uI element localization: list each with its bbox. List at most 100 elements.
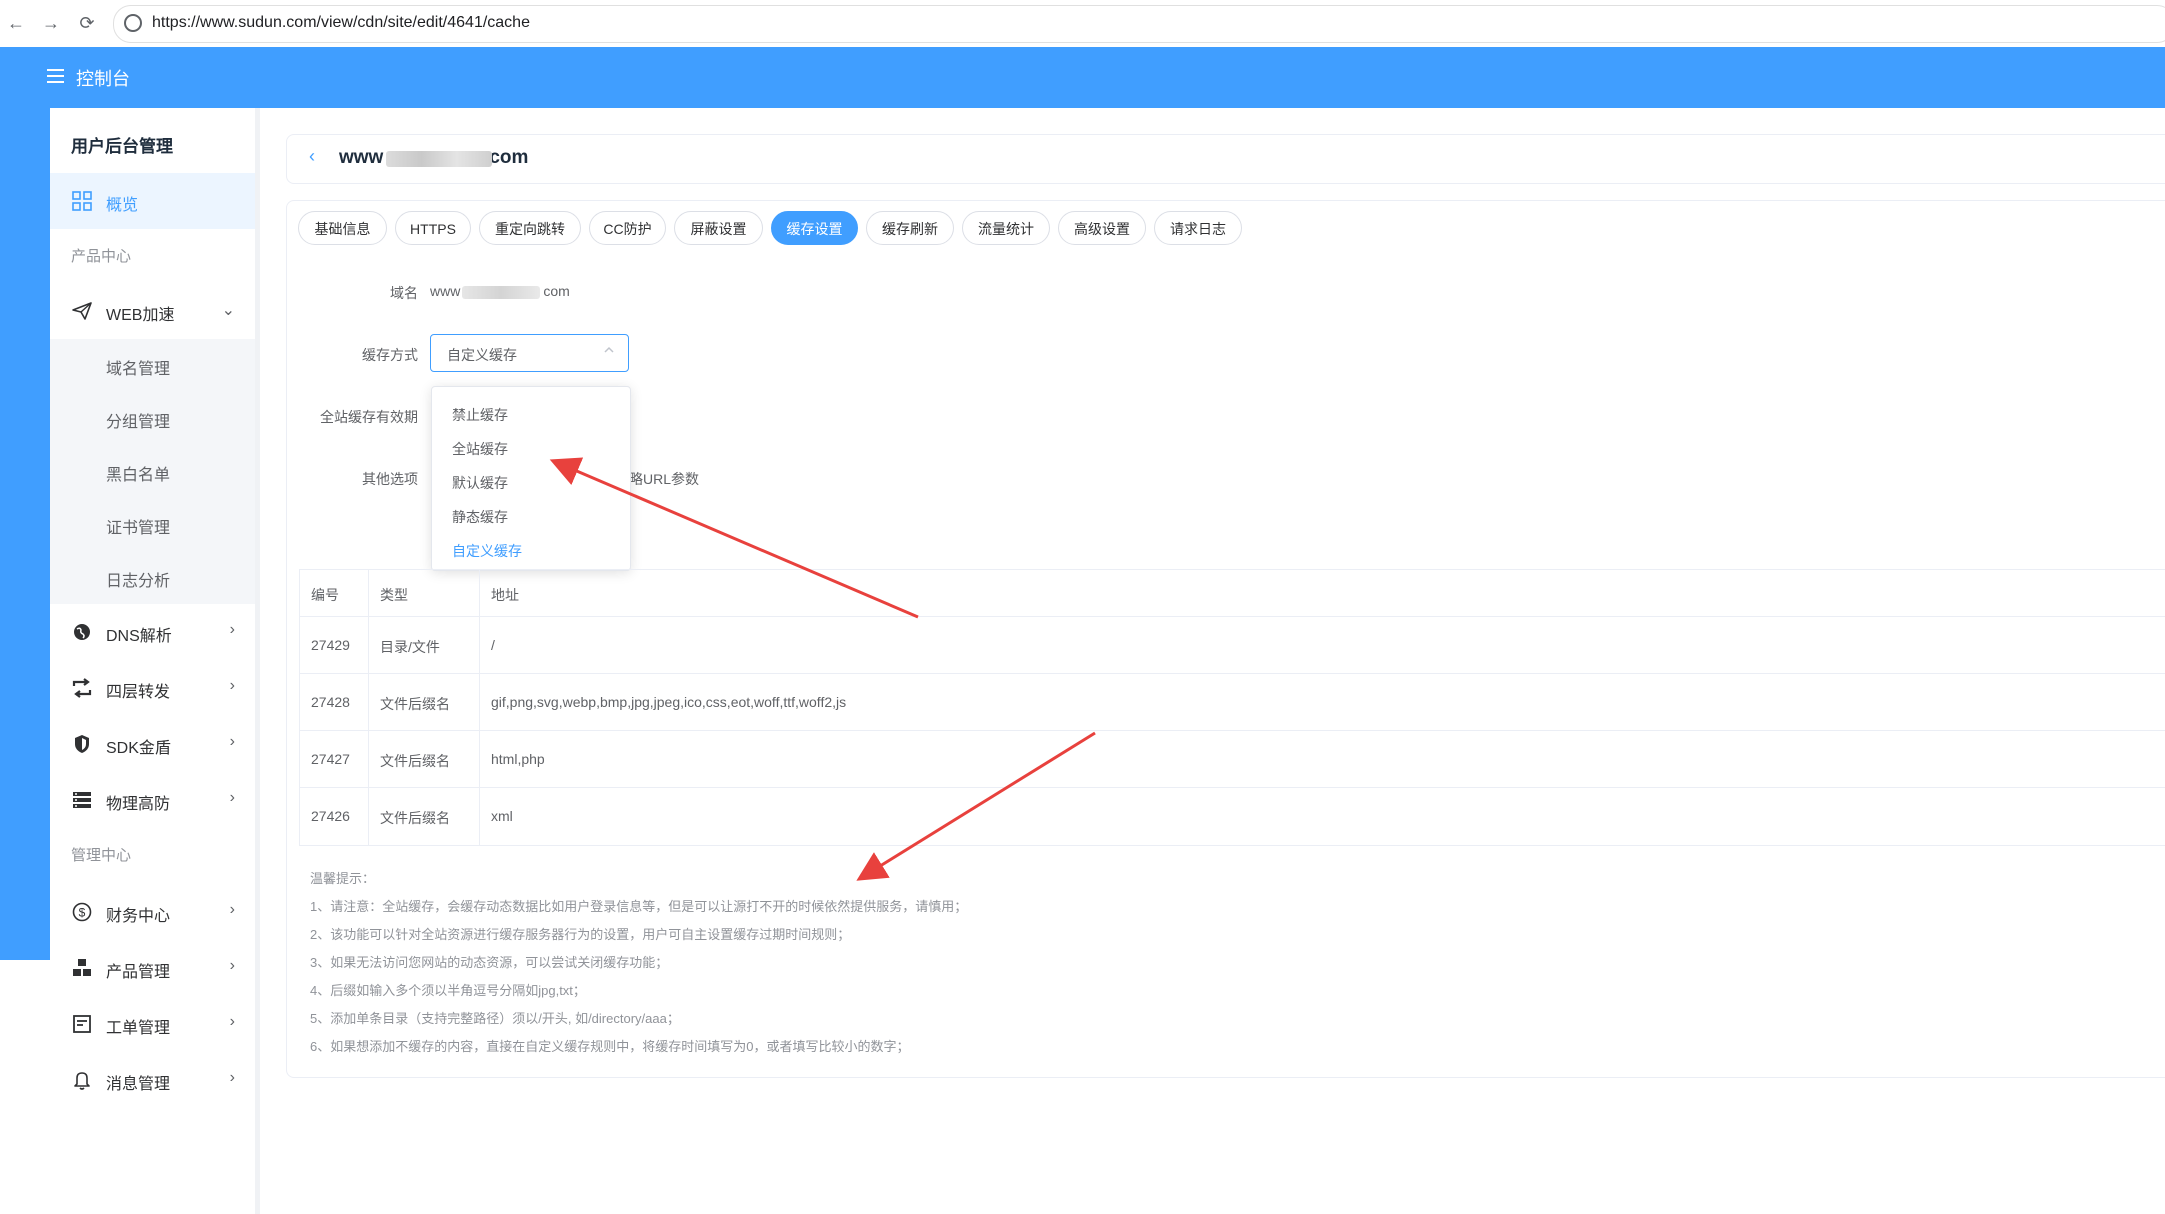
back-arrow-icon[interactable]: ← bbox=[5, 12, 27, 34]
dropdown-option-full-cache[interactable]: 全站缓存 bbox=[432, 430, 630, 464]
shield-icon bbox=[72, 734, 92, 754]
tip-line: 1、请注意：全站缓存，会缓存动态数据比如用户登录信息等，但是可以让源打不开的时候… bbox=[310, 899, 968, 914]
back-chevron-icon[interactable]: ‹ bbox=[309, 146, 315, 167]
forward-arrow-icon[interactable]: → bbox=[40, 12, 62, 34]
sidebar-item-finance[interactable]: $ 财务中心 › bbox=[50, 884, 255, 940]
table-header-address: 地址 bbox=[480, 570, 2165, 616]
sidebar-item-sdk-shield[interactable]: SDK金盾 › bbox=[50, 716, 255, 772]
other-options-label: 其他选项 bbox=[362, 471, 418, 487]
sidebar-item-tickets[interactable]: 工单管理 › bbox=[50, 996, 255, 1052]
domain-label: 域名 bbox=[390, 285, 418, 301]
tips-title: 温馨提示： bbox=[310, 871, 376, 886]
tab-request-log[interactable]: 请求日志 bbox=[1154, 211, 1242, 245]
chevron-right-icon: › bbox=[229, 957, 235, 974]
sidebar-item-overview[interactable]: 概览 bbox=[50, 173, 255, 229]
cache-mode-value: 自定义缓存 bbox=[447, 347, 517, 363]
sidebar-subitem-certificates[interactable]: 证书管理 bbox=[50, 498, 255, 551]
table-row[interactable]: 27428 文件后缀名 gif,png,svg,webp,bmp,jpg,jpe… bbox=[300, 674, 2165, 731]
table-row[interactable]: 27429 目录/文件 / bbox=[300, 617, 2165, 674]
address-bar[interactable]: https://www.sudun.com/view/cdn/site/edit… bbox=[113, 5, 2165, 43]
sidebar-subitem-groups[interactable]: 分组管理 bbox=[50, 392, 255, 445]
tab-cache-settings[interactable]: 缓存设置 bbox=[771, 211, 858, 245]
menu-toggle-icon[interactable] bbox=[47, 69, 64, 83]
browser-toolbar: ← → ⟳ https://www.sudun.com/view/cdn/sit… bbox=[0, 0, 2165, 48]
sidebar-item-label: 概览 bbox=[106, 197, 139, 214]
chevron-right-icon: › bbox=[229, 1069, 235, 1086]
sidebar-title: 用户后台管理 bbox=[71, 137, 173, 156]
cell-type: 文件后缀名 bbox=[369, 674, 480, 730]
cache-rules-table: 编号 类型 地址 27429 目录/文件 / 27428 文件后缀名 gif,p… bbox=[299, 569, 2165, 846]
option-label: 全站缓存 bbox=[452, 441, 508, 457]
reload-icon[interactable]: ⟳ bbox=[76, 12, 98, 34]
tab-traffic-stats[interactable]: 流量统计 bbox=[962, 211, 1050, 245]
chevron-down-icon: ⌄ bbox=[221, 302, 235, 319]
sidebar-divider bbox=[255, 108, 260, 1214]
bell-icon bbox=[72, 1070, 92, 1090]
tip-line: 5、添加单条目录（支持完整路径）须以/开头, 如/directory/aaa； bbox=[310, 1011, 680, 1026]
sidebar-item-label: 财务中心 bbox=[106, 908, 171, 925]
tab-cache-refresh[interactable]: 缓存刷新 bbox=[866, 211, 954, 245]
tab-cc-protection[interactable]: CC防护 bbox=[589, 211, 666, 245]
dropdown-option-custom-cache[interactable]: 自定义缓存 bbox=[432, 532, 630, 566]
cell-type: 文件后缀名 bbox=[369, 731, 480, 787]
tab-advanced[interactable]: 高级设置 bbox=[1058, 211, 1146, 245]
sidebar-item-product-manage[interactable]: 产品管理 › bbox=[50, 940, 255, 996]
sidebar-item-web-accel[interactable]: WEB加速 ⌄ bbox=[50, 283, 255, 339]
table-header-id: 编号 bbox=[300, 570, 369, 616]
sidebar-subitem-domains[interactable]: 域名管理 bbox=[50, 339, 255, 392]
cell-id: 27426 bbox=[300, 788, 369, 845]
sidebar-item-layer4[interactable]: 四层转发 › bbox=[50, 660, 255, 716]
sidebar-subitem-label: 证书管理 bbox=[106, 520, 171, 537]
chevron-right-icon: › bbox=[229, 789, 235, 806]
sidebar-item-physical-ddos[interactable]: 物理高防 › bbox=[50, 772, 255, 828]
table-row[interactable]: 27427 文件后缀名 html,php bbox=[300, 731, 2165, 788]
cell-id: 27428 bbox=[300, 674, 369, 730]
app-header: 控制台 bbox=[0, 47, 2165, 108]
sidebar-item-label: 消息管理 bbox=[106, 1076, 171, 1093]
option-label: 默认缓存 bbox=[452, 475, 508, 491]
dropdown-option-default-cache[interactable]: 默认缓存 bbox=[432, 464, 630, 498]
table-header-row: 编号 类型 地址 bbox=[300, 570, 2165, 617]
table-header-type: 类型 bbox=[369, 570, 480, 616]
dropdown-option-static-cache[interactable]: 静态缓存 bbox=[432, 498, 630, 532]
sidebar-subitem-blackwhitelist[interactable]: 黑白名单 bbox=[50, 445, 255, 498]
tab-redirect[interactable]: 重定向跳转 bbox=[479, 211, 581, 245]
cell-id: 27429 bbox=[300, 617, 369, 673]
chevron-right-icon: › bbox=[229, 733, 235, 750]
sidebar-subitem-label: 黑白名单 bbox=[106, 467, 171, 484]
dollar-icon: $ bbox=[72, 902, 92, 922]
site-info-icon[interactable] bbox=[124, 14, 142, 32]
site-prefix: www bbox=[339, 147, 384, 168]
tip-line: 2、该功能可以针对全站资源进行缓存服务器行为的设置，用户可自主设置缓存过期时间规… bbox=[310, 927, 851, 942]
cache-mode-select[interactable]: 自定义缓存 bbox=[430, 334, 629, 372]
sidebar-item-messages[interactable]: 消息管理 › bbox=[50, 1052, 255, 1108]
sidebar-item-dns[interactable]: DNS解析 › bbox=[50, 604, 255, 660]
header-backdrop bbox=[0, 108, 50, 960]
dropdown-option-no-cache[interactable]: 禁止缓存 bbox=[432, 396, 630, 430]
sidebar-group-manage: 管理中心 bbox=[71, 847, 132, 864]
table-row[interactable]: 27426 文件后缀名 xml bbox=[300, 788, 2165, 846]
svg-text:$: $ bbox=[79, 906, 86, 920]
tab-https[interactable]: HTTPS bbox=[395, 211, 471, 245]
paper-plane-icon bbox=[72, 301, 92, 321]
cell-address: gif,png,svg,webp,bmp,jpg,jpeg,ico,css,eo… bbox=[480, 674, 2165, 730]
swap-icon bbox=[72, 678, 92, 698]
cell-address: html,php bbox=[480, 731, 2165, 787]
ticket-form-icon bbox=[72, 1014, 92, 1034]
chevron-up-icon bbox=[602, 343, 616, 360]
server-icon bbox=[72, 790, 92, 810]
cell-type: 目录/文件 bbox=[369, 617, 480, 673]
ignore-url-params-label[interactable]: 略URL参数 bbox=[629, 469, 699, 489]
console-title: 控制台 bbox=[76, 69, 130, 89]
sidebar-subitem-log-analysis[interactable]: 日志分析 bbox=[50, 551, 255, 604]
tip-line: 3、如果无法访问您网站的动态资源，可以尝试关闭缓存功能； bbox=[310, 955, 669, 970]
redacted-domain bbox=[386, 151, 492, 167]
chevron-right-icon: › bbox=[229, 621, 235, 638]
cell-address: xml bbox=[480, 788, 2165, 845]
url-text[interactable]: https://www.sudun.com/view/cdn/site/edit… bbox=[152, 14, 530, 32]
tab-block-settings[interactable]: 屏蔽设置 bbox=[674, 211, 763, 245]
cell-id: 27427 bbox=[300, 731, 369, 787]
globe-icon bbox=[72, 622, 92, 642]
cell-type: 文件后缀名 bbox=[369, 788, 480, 845]
tab-basic-info[interactable]: 基础信息 bbox=[298, 211, 387, 245]
